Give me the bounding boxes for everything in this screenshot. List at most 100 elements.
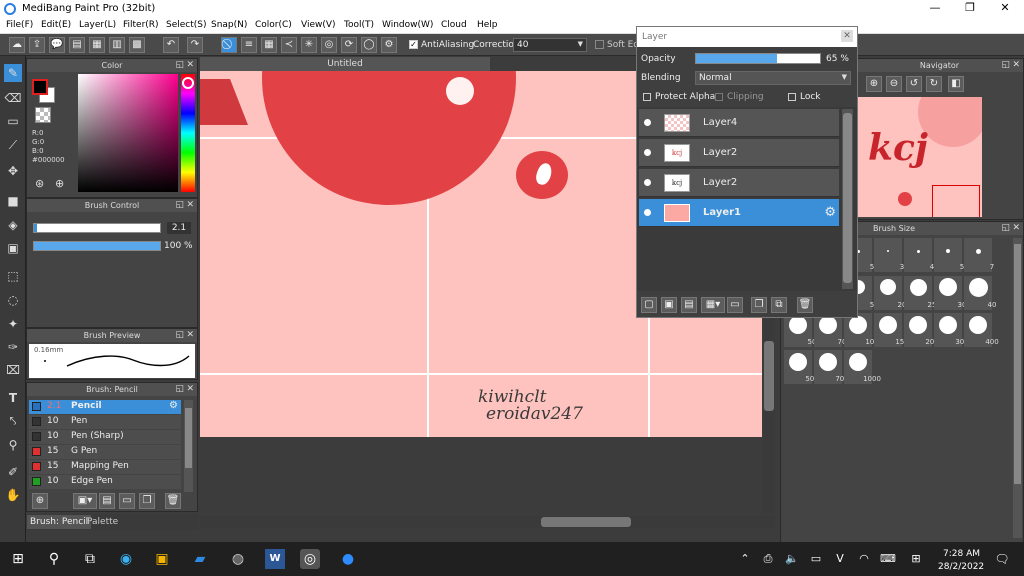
brush-size-option[interactable]: 200 (904, 313, 939, 347)
grid-icon[interactable]: ▩ (129, 37, 145, 53)
menu-view[interactable]: View(V) (301, 20, 336, 30)
layer-dropdown-icon[interactable]: ▦▾ (701, 297, 725, 313)
rectangle-tool-icon[interactable]: ▭ (4, 112, 22, 130)
visibility-icon[interactable] (644, 209, 651, 216)
menu-select[interactable]: Select(S) (166, 20, 207, 30)
brush-item-pen[interactable]: 10 Pen (29, 415, 181, 429)
brush-size-value[interactable]: 2.1 (167, 222, 191, 234)
layer-item[interactable]: kcj Layer2 (639, 139, 839, 167)
saturation-value-field[interactable] (78, 74, 178, 192)
brush-item-edge-pen[interactable]: 10 Edge Pen (29, 475, 181, 489)
merge-layer-icon[interactable]: ⧉ (771, 297, 787, 313)
brush-size-option[interactable]: 100 (844, 313, 879, 347)
visibility-icon[interactable] (644, 119, 651, 126)
snap-curve-icon[interactable]: ⟳ (341, 37, 357, 53)
zoom-out-icon[interactable]: ⊖ (886, 76, 902, 92)
battery-icon[interactable]: ▭ (806, 549, 826, 569)
brush-size-option[interactable]: 20 (874, 276, 906, 310)
clipping-checkbox[interactable] (715, 93, 723, 101)
rotate-right-icon[interactable]: ↻ (926, 76, 942, 92)
canvas-horizontal-scrollbar[interactable] (200, 516, 775, 528)
opacity-slider[interactable] (695, 53, 821, 64)
photos-icon[interactable]: ▰ (190, 549, 210, 569)
maximize-icon[interactable]: ◱ (1001, 222, 1010, 235)
menu-cloud[interactable]: Cloud (441, 20, 467, 30)
store-icon[interactable]: ▣ (152, 549, 172, 569)
antialiasing-checkbox[interactable]: ✓ (409, 40, 418, 49)
menu-filter[interactable]: Filter(R) (123, 20, 159, 30)
snap-settings-icon[interactable]: ⚙ (381, 37, 397, 53)
line-tool-icon[interactable]: ⟋ (4, 136, 22, 154)
windows-start-icon[interactable]: ⊞ (8, 549, 28, 569)
tab-palette[interactable]: Palette (84, 515, 121, 529)
brush-size-option[interactable]: 700 (814, 350, 849, 384)
snap-off-icon[interactable]: ⃠ (221, 37, 237, 53)
magic-wand-tool-icon[interactable]: ✦ (4, 315, 22, 333)
zoom-app-icon[interactable]: ● (338, 549, 358, 569)
fill-rect-tool-icon[interactable]: ■ (4, 192, 22, 210)
search-icon[interactable]: ⚲ (44, 549, 64, 569)
brush-size-option[interactable]: 5 (934, 238, 964, 272)
folder-icon[interactable]: ▭ (119, 493, 135, 509)
add-brush-icon[interactable]: ⊕ (32, 493, 48, 509)
brush-list-scrollbar[interactable] (184, 400, 193, 492)
pen-tray-icon[interactable]: V (830, 549, 850, 569)
close-icon[interactable]: ✕ (186, 329, 194, 342)
folder-icon[interactable]: ▭ (727, 297, 743, 313)
medibang-icon[interactable]: ◎ (300, 549, 320, 569)
keyboard-icon[interactable]: ⌨ (878, 549, 898, 569)
gradient-tool-icon[interactable]: ▣ (4, 239, 22, 257)
soft-edge-checkbox[interactable] (595, 40, 604, 49)
undo-icon[interactable]: ↶ (163, 37, 179, 53)
task-view-icon[interactable]: ⧉ (80, 549, 100, 569)
text-tool-icon[interactable]: T (4, 389, 22, 407)
snap-ellipse-icon[interactable]: ◯ (361, 37, 377, 53)
move-tool-icon[interactable]: ✥ (4, 162, 22, 180)
zoom-in-icon[interactable]: ⊕ (866, 76, 882, 92)
gear-icon[interactable]: ⚙ (169, 400, 178, 411)
maximize-icon[interactable]: ◱ (175, 383, 184, 396)
dropper-tool-icon[interactable]: ✐ (4, 463, 22, 481)
close-icon[interactable]: ✕ (841, 30, 853, 42)
flip-icon[interactable]: ◧ (948, 76, 964, 92)
layout-icon[interactable]: ▥ (109, 37, 125, 53)
chevron-up-icon[interactable]: ⌃ (735, 549, 755, 569)
maximize-icon[interactable]: ◱ (175, 199, 184, 212)
new-file-icon[interactable]: ▤ (69, 37, 85, 53)
visibility-icon[interactable] (644, 149, 651, 156)
select-pen-tool-icon[interactable]: ✑ (4, 338, 22, 356)
menu-tool[interactable]: Tool(T) (344, 20, 374, 30)
new-halftone-layer-icon[interactable]: ▣ (661, 297, 677, 313)
hue-slider[interactable] (181, 74, 195, 192)
brush-size-scrollbar[interactable] (1013, 238, 1022, 538)
comment-icon[interactable]: 💬 (49, 37, 65, 53)
brush-size-option[interactable]: 400 (964, 313, 999, 347)
redo-icon[interactable]: ↷ (187, 37, 203, 53)
operation-tool-icon[interactable]: ⤣ (4, 412, 22, 430)
trash-icon[interactable]: 🗑 (797, 297, 813, 313)
hue-handle[interactable] (182, 77, 194, 89)
wifi-icon[interactable]: ◠ (854, 549, 874, 569)
brush-size-option[interactable]: 4 (904, 238, 934, 272)
brush-item-pencil[interactable]: 2.1 Pencil ⚙ (29, 400, 181, 414)
brush-item-mapping-pen[interactable]: 15 Mapping Pen (29, 460, 181, 474)
lasso-tool-icon[interactable]: ◌ (4, 291, 22, 309)
select-eraser-tool-icon[interactable]: ⌧ (4, 361, 22, 379)
layer-item-selected[interactable]: Layer1 ⚙ (639, 199, 839, 227)
close-icon[interactable]: ✕ (186, 199, 194, 212)
trash-icon[interactable]: 🗑 (165, 493, 181, 509)
new-layer-icon[interactable]: ▢ (641, 297, 657, 313)
brush-size-option[interactable]: 50 (784, 313, 816, 347)
snap-vanish-icon[interactable]: ≺ (281, 37, 297, 53)
eraser-tool-icon[interactable]: ⌫ (4, 89, 22, 107)
brush-tool-icon[interactable]: ✎ (4, 64, 22, 82)
correction-select[interactable]: 40 ▼ (513, 38, 587, 52)
close-icon[interactable]: ✕ (186, 59, 194, 72)
brush-size-option[interactable]: 25 (904, 276, 936, 310)
brush-item-g-pen[interactable]: 15 G Pen (29, 445, 181, 459)
protect-alpha-checkbox[interactable] (643, 93, 651, 101)
menu-layer[interactable]: Layer(L) (79, 20, 116, 30)
maximize-button[interactable]: ❐ (953, 0, 987, 18)
new-8bit-layer-icon[interactable]: ▤ (681, 297, 697, 313)
brush-dropdown-icon[interactable]: ▣▾ (73, 493, 97, 509)
